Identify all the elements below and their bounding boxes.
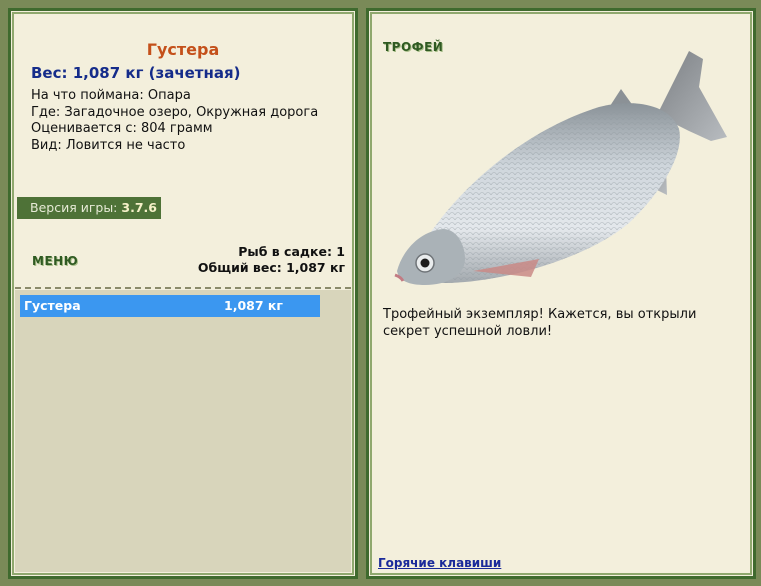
fish-weight: Вес: 1,087 кг (зачетная): [31, 64, 241, 82]
catch-fish-weight: 1,087 кг: [224, 298, 283, 313]
fish-name-title: Густера: [146, 40, 220, 59]
cage-count: Рыб в садке: 1: [238, 244, 345, 259]
dashed-divider: [15, 287, 351, 289]
catch-fish-name: Густера: [24, 298, 81, 313]
location-info: Где: Загадочное озеро, Окружная дорога: [31, 104, 319, 120]
fish-details: На что поймана: Опара Где: Загадочное оз…: [31, 88, 318, 154]
hotkeys-link[interactable]: Горячие клавиши: [378, 556, 501, 570]
fish-info-panel: Густера Вес: 1,087 кг (зачетная) На что …: [8, 8, 358, 579]
bait-info: На что поймана: Опара: [31, 88, 191, 103]
kind-info: Вид: Ловится не часто: [31, 137, 186, 153]
catch-list-item[interactable]: Густера 1,087 кг: [20, 295, 320, 317]
cage-stats: Рыб в садке: 1 Общий вес: 1,087 кг: [198, 244, 345, 276]
version-badge: Версия игры: 3.7.6: [17, 197, 161, 219]
menu-button[interactable]: МЕНЮ: [32, 254, 78, 268]
rating-info: Оценивается с: 804 грамм: [31, 121, 213, 136]
trophy-description: Трофейный экземпляр! Кажется, вы открыли…: [383, 307, 697, 339]
bream-fish-image: [394, 51, 727, 285]
version-value: 3.7.6: [121, 200, 157, 215]
trophy-panel: ТРОФЕЙ Трофейный экземпляр! Кажется, вы …: [366, 8, 756, 579]
catch-list: Густера 1,087 кг: [15, 290, 351, 572]
cage-total-weight: Общий вес: 1,087 кг: [197, 260, 345, 275]
version-label: Версия игры:: [30, 200, 118, 215]
